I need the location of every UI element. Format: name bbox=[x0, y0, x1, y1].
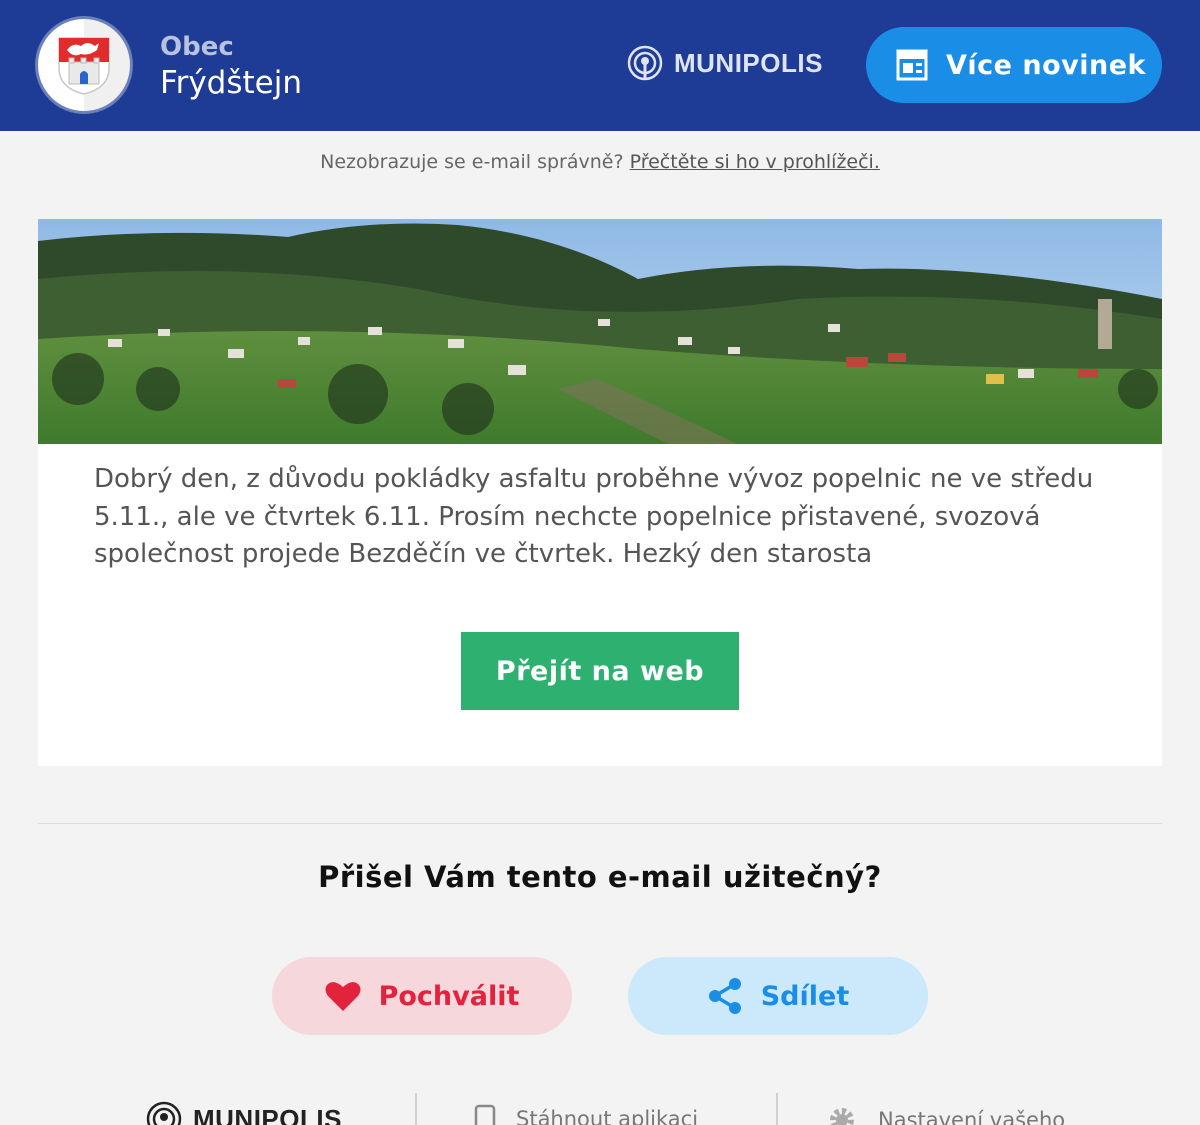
divider bbox=[38, 823, 1162, 824]
view-in-browser-link[interactable]: Přečtěte si ho v prohlížeči. bbox=[630, 151, 880, 173]
signal-icon bbox=[146, 1101, 182, 1125]
footer-separator bbox=[776, 1093, 778, 1125]
praise-button[interactable]: Pochválit bbox=[272, 957, 572, 1035]
newspaper-icon bbox=[896, 49, 928, 81]
gear-icon bbox=[830, 1108, 854, 1125]
coat-of-arms-icon bbox=[38, 19, 130, 111]
message-body: Dobrý den, z důvodu pokládky asfaltu pro… bbox=[94, 464, 1094, 569]
download-app-link[interactable]: Stáhnout aplikaci bbox=[474, 1104, 698, 1125]
settings-label: Nastavení vašeho bbox=[878, 1108, 1066, 1125]
share-button[interactable]: Sdílet bbox=[628, 957, 928, 1035]
email-header: Obec Frýdštejn MUNIPOLIS Více novinek bbox=[0, 0, 1200, 131]
munipolis-wordmark: MUNIPOLIS bbox=[674, 47, 823, 78]
share-label: Sdílet bbox=[760, 980, 850, 1012]
town-title: Obec Frýdštejn bbox=[160, 30, 302, 102]
phone-icon bbox=[474, 1104, 496, 1125]
message-card: Dobrý den, z důvodu pokládky asfaltu pro… bbox=[38, 219, 1162, 766]
more-news-label: Více novinek bbox=[946, 49, 1146, 81]
preheader-text: Nezobrazuje se e-mail správně? bbox=[320, 151, 624, 173]
heart-icon bbox=[325, 982, 361, 1011]
footer-wordmark: MUNIPOLIS bbox=[193, 1103, 342, 1125]
hero-image bbox=[38, 219, 1162, 444]
praise-label: Pochválit bbox=[378, 980, 520, 1012]
feedback-question: Přišel Vám tento e-mail užitečný? bbox=[318, 860, 882, 894]
go-to-web-button[interactable]: Přejít na web bbox=[461, 632, 739, 710]
more-news-button[interactable]: Více novinek bbox=[866, 27, 1162, 103]
go-to-web-label: Přejít na web bbox=[495, 655, 705, 687]
munipolis-logo[interactable]: MUNIPOLIS bbox=[626, 44, 823, 82]
town-name: Frýdštejn bbox=[160, 65, 302, 101]
signal-icon bbox=[627, 45, 663, 81]
town-prefix: Obec bbox=[160, 32, 234, 62]
share-icon bbox=[708, 978, 741, 1014]
preheader: Nezobrazuje se e-mail správně? Přečtěte … bbox=[0, 151, 1200, 173]
footer-separator bbox=[415, 1093, 417, 1125]
footer-munipolis-logo[interactable]: MUNIPOLIS bbox=[145, 1100, 342, 1125]
download-app-label: Stáhnout aplikaci bbox=[516, 1107, 699, 1125]
settings-link[interactable]: Nastavení vašeho bbox=[826, 1104, 1065, 1125]
